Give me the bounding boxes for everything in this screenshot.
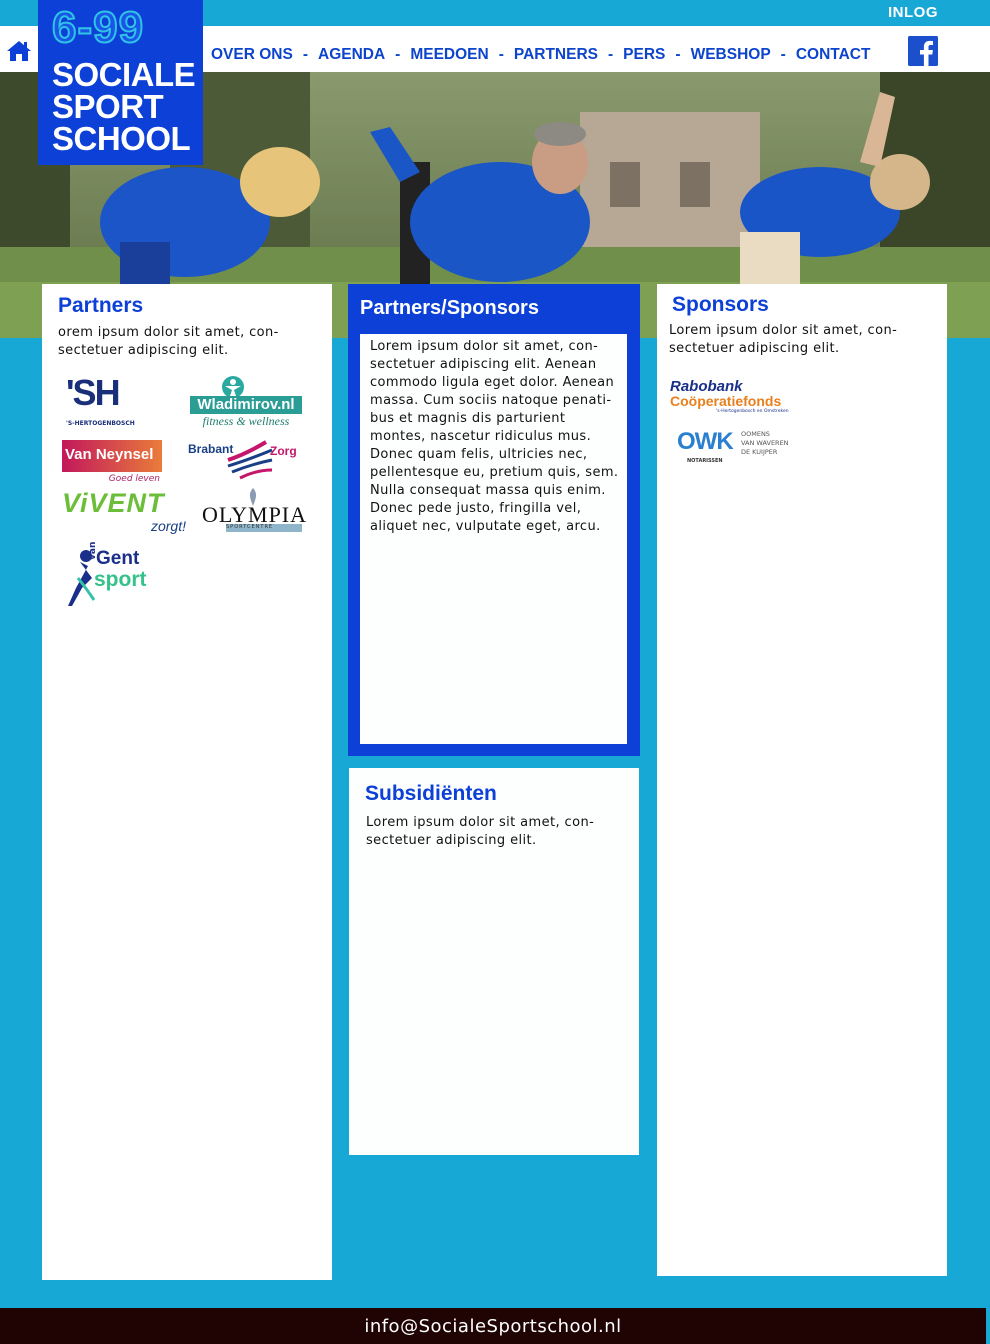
partner-logo-brabant-zorg[interactable]: Brabant Zorg <box>188 438 302 482</box>
vivent-tag: zorgt! <box>150 518 186 534</box>
van-neynsel-tag: Goed leven <box>108 474 160 484</box>
brabant-zorg-wave-icon <box>227 440 273 480</box>
owk-name-2: VAN WAVEREN <box>741 439 789 447</box>
partner-logo-vivent[interactable]: ViVENT zorgt! <box>62 488 188 538</box>
sponsor-logo-owk[interactable]: OWK NOTARISSEN OOMENS VAN WAVEREN DE KUI… <box>677 428 797 470</box>
owk-mark: OWK <box>677 428 734 455</box>
wladimirov-emblem-icon <box>222 376 244 398</box>
rabobank-caption: 's-Hertogenbosch en Omstreken <box>716 409 789 414</box>
sponsors-title: Sponsors <box>672 293 769 316</box>
home-icon[interactable] <box>6 40 32 62</box>
van-gent-sport: sport <box>94 568 147 591</box>
nav-webshop[interactable]: WEBSHOP <box>691 46 771 64</box>
partners-sponsors-text: Lorem ipsum dolor sit amet, con-sectetue… <box>370 339 619 534</box>
partner-logo-sh[interactable]: 'SH 'S-HERTOGENBOSCH <box>64 372 154 432</box>
nav-meedoen[interactable]: MEEDOEN <box>410 46 488 64</box>
wladimirov-tag: fitness & wellness <box>202 414 290 428</box>
van-gent-gent: Gent <box>96 548 140 569</box>
nav-separator: - <box>302 46 308 63</box>
partners-sponsors-title: Partners/Sponsors <box>360 297 539 319</box>
van-neynsel-name: Van Neynsel <box>65 446 154 463</box>
vivent-name: ViVENT <box>62 488 165 518</box>
subsidienten-title: Subsidiënten <box>365 782 497 805</box>
sponsors-text: Lorem ipsum dolor sit amet, con-sectetue… <box>669 323 898 356</box>
partners-title: Partners <box>58 294 144 317</box>
subsidienten-panel: Subsidiënten Lorem ipsum dolor sit amet,… <box>349 768 639 1155</box>
nav-separator: - <box>675 46 681 63</box>
inlog-link[interactable]: INLOG <box>888 4 938 21</box>
partner-logo-olympia[interactable]: OLYMPIA SPORTCENTRE <box>202 488 306 534</box>
nav-separator: - <box>608 46 614 63</box>
logo-number: 6-99 <box>51 3 145 52</box>
partners-sponsors-body: Lorem ipsum dolor sit amet, con-sectetue… <box>360 334 627 744</box>
subsidienten-text: Lorem ipsum dolor sit amet, con-sectetue… <box>366 815 595 848</box>
nav-separator: - <box>395 46 401 63</box>
olympia-tag: SPORTCENTRE <box>226 524 274 530</box>
nav-separator: - <box>780 46 786 63</box>
partners-column: Partners orem ipsum dolor sit amet, con-… <box>42 284 332 1280</box>
logo-line-3: SCHOOL <box>52 120 191 157</box>
sponsors-column: Sponsors Lorem ipsum dolor sit amet, con… <box>657 284 947 1276</box>
sh-caption: 'S-HERTOGENBOSCH <box>66 420 135 427</box>
nav-partners[interactable]: PARTNERS <box>514 46 598 64</box>
sh-mark: 'SH <box>66 372 121 413</box>
nav-pers[interactable]: PERS <box>623 46 665 64</box>
partners-sponsors-panel: Partners/Sponsors Lorem ipsum dolor sit … <box>348 284 640 756</box>
zorg-label: Zorg <box>270 444 297 458</box>
nav-separator: - <box>498 46 504 63</box>
nav-contact[interactable]: CONTACT <box>796 46 871 64</box>
footer: info@SocialeSportschool.nl <box>0 1308 986 1344</box>
nav-over-ons[interactable]: OVER ONS <box>211 46 293 64</box>
facebook-icon[interactable] <box>908 36 938 66</box>
footer-email-link[interactable]: info@SocialeSportschool.nl <box>0 1316 986 1337</box>
partner-logo-van-neynsel[interactable]: Van Neynsel Goed leven <box>62 438 162 486</box>
site-logo[interactable]: 6-99 SOCIALE SPORT SCHOOL <box>38 0 203 165</box>
cooperatiefonds-name: Coöperatiefonds <box>670 393 782 409</box>
sponsor-logo-rabobank[interactable]: Rabobank Coöperatiefonds 's-Hertogenbosc… <box>670 378 794 418</box>
owk-name-3: DE KUIJPER <box>741 448 778 456</box>
logo-line-1: SOCIALE <box>52 56 196 93</box>
owk-names: OOMENS VAN WAVEREN DE KUIJPER <box>741 430 789 457</box>
wladimirov-name: Wladimirov.nl <box>190 396 302 414</box>
partner-logo-wladimirov[interactable]: Wladimirov.nl fitness & wellness <box>190 376 302 428</box>
partners-text: orem ipsum dolor sit amet, con-sectetuer… <box>58 325 279 358</box>
main-nav: OVER ONS - AGENDA - MEEDOEN - PARTNERS -… <box>211 46 870 64</box>
nav-agenda[interactable]: AGENDA <box>318 46 385 64</box>
owk-name-1: OOMENS <box>741 430 770 438</box>
partner-logo-van-gent-sport[interactable]: van Gent sport <box>66 542 156 606</box>
owk-caption: NOTARISSEN <box>687 458 723 464</box>
logo-line-2: SPORT <box>52 88 164 125</box>
